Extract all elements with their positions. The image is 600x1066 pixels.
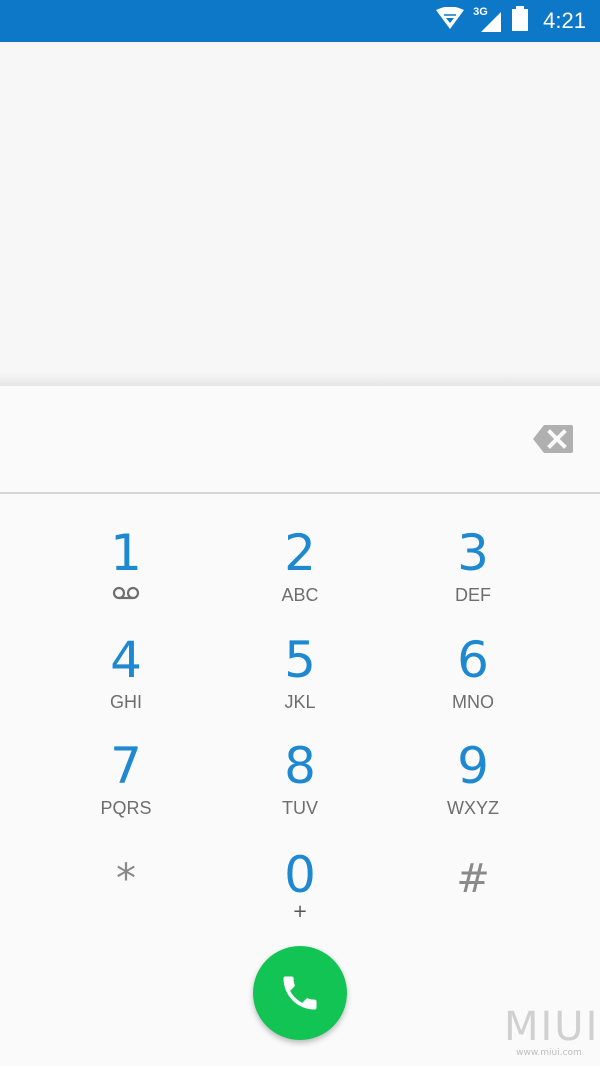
call-button[interactable] xyxy=(253,946,347,1040)
key-4[interactable]: 4 GHI xyxy=(46,633,206,729)
key-6[interactable]: 6 MNO xyxy=(393,633,553,729)
divider xyxy=(0,492,600,494)
key-letters: JKL xyxy=(284,692,316,712)
key-8[interactable]: 8 TUV xyxy=(220,739,380,835)
voicemail-icon xyxy=(112,586,140,605)
backspace-button[interactable] xyxy=(532,424,574,454)
battery-icon xyxy=(511,5,529,37)
key-star[interactable]: * xyxy=(46,848,206,944)
watermark-url: www.miui.com xyxy=(516,1048,582,1058)
wifi-icon xyxy=(435,6,465,36)
key-letters: ABC xyxy=(281,585,319,605)
phone-icon xyxy=(283,976,317,1010)
key-5[interactable]: 5 JKL xyxy=(220,633,380,729)
key-digit: # xyxy=(456,856,490,902)
call-log-area xyxy=(0,42,600,386)
key-digit: 9 xyxy=(457,737,489,795)
key-letters: PQRS xyxy=(100,798,152,818)
key-digit: * xyxy=(116,856,136,902)
key-letters: GHI xyxy=(109,692,142,712)
panel-shadow xyxy=(0,372,600,386)
miui-watermark: MIUI www.miui.com xyxy=(504,1004,600,1058)
status-bar: 3G 4:21 xyxy=(0,0,600,42)
key-letters: DEF xyxy=(455,585,491,605)
key-2[interactable]: 2 ABC xyxy=(220,526,380,622)
watermark-logo: MIUI xyxy=(504,1004,600,1050)
backspace-icon xyxy=(533,425,573,453)
key-1[interactable]: 1 xyxy=(46,526,206,622)
key-letters: MNO xyxy=(452,692,494,712)
cellular-signal-icon: 3G xyxy=(473,6,503,34)
key-7[interactable]: 7 PQRS xyxy=(46,739,206,835)
dialer-screen: 3G 4:21 1 2 ABC 3 DEF 4 GHI 5 JKL 6 MNO … xyxy=(0,0,600,1066)
key-digit: 3 xyxy=(457,524,489,582)
key-0[interactable]: 0 + xyxy=(220,848,380,944)
key-digit: 1 xyxy=(110,524,142,582)
key-9[interactable]: 9 WXYZ xyxy=(393,739,553,835)
digits-field[interactable] xyxy=(24,412,504,466)
key-digit: 8 xyxy=(284,737,316,795)
key-letters: + xyxy=(292,901,308,922)
key-letters: TUV xyxy=(282,798,318,818)
key-digit: 5 xyxy=(284,631,316,689)
key-letters: WXYZ xyxy=(447,798,499,818)
dialpad-panel: 1 2 ABC 3 DEF 4 GHI 5 JKL 6 MNO 7 PQRS 8… xyxy=(0,386,600,1066)
key-digit: 4 xyxy=(110,631,142,689)
key-digit: 6 xyxy=(457,631,489,689)
key-digit: 7 xyxy=(110,737,142,795)
key-pound[interactable]: # xyxy=(393,848,553,944)
key-3[interactable]: 3 DEF xyxy=(393,526,553,622)
key-digit: 2 xyxy=(284,524,316,582)
digits-row xyxy=(0,386,600,492)
clock: 4:21 xyxy=(543,8,586,33)
key-digit: 0 xyxy=(284,846,316,904)
status-icons: 3G 4:21 xyxy=(435,0,586,42)
